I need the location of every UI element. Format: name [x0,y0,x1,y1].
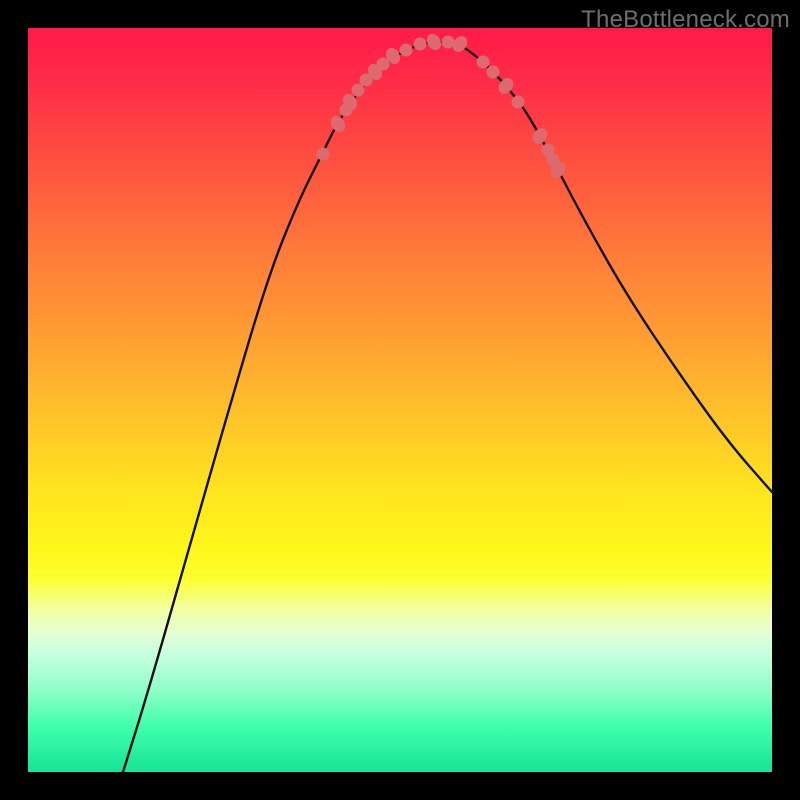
data-dot [414,38,427,51]
watermark-text: TheBottleneck.com [581,6,790,34]
data-dot [477,56,490,69]
bottleneck-curve [123,42,772,772]
data-dots [317,31,569,180]
data-dot [512,96,525,109]
data-dot [400,44,413,57]
data-dot [530,125,550,146]
chart-svg [28,28,772,772]
data-dot [317,148,330,161]
data-dot [328,113,348,134]
data-dot [442,36,455,49]
chart-plot-area [28,28,772,772]
data-dot [487,66,500,79]
